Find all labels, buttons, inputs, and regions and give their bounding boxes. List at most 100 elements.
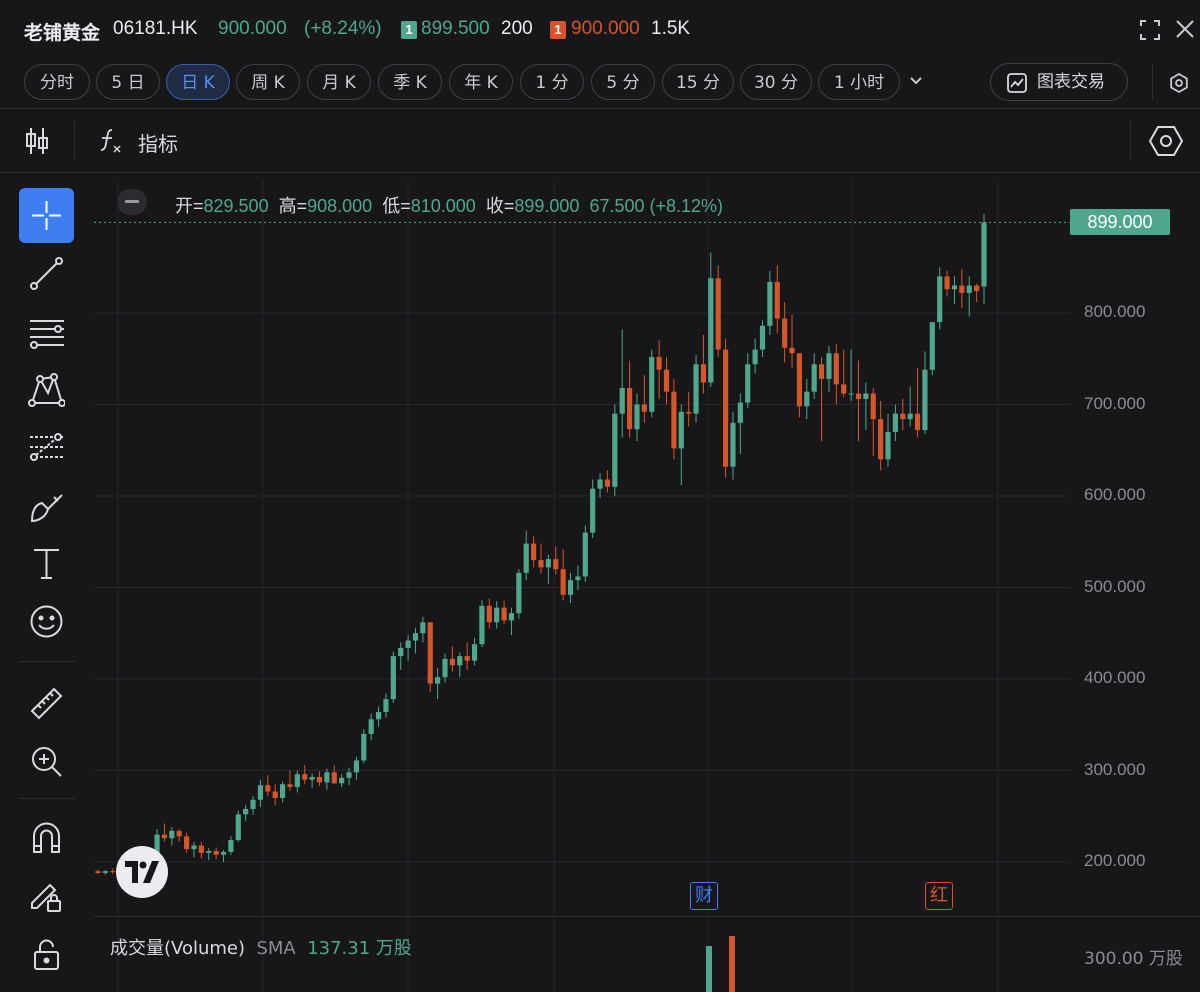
candle-body (922, 369, 928, 431)
volume-sma-value: 137.31 万股 (307, 938, 412, 959)
close-value: 899.000 (514, 196, 580, 216)
low-label: 低= (382, 196, 411, 216)
y-axis-label: 700.000 (1084, 394, 1146, 413)
candle-body (708, 278, 714, 383)
candle-body (730, 422, 736, 467)
candle-body (435, 677, 441, 684)
candle-body (671, 391, 677, 449)
candle-body (619, 388, 625, 414)
candle-body (235, 814, 241, 841)
candle-body (390, 656, 396, 700)
candle-body (184, 836, 190, 850)
candle-body (841, 384, 847, 394)
candle-body (686, 411, 692, 414)
candle-body (870, 393, 876, 420)
candle-body (833, 353, 839, 385)
candle-body (272, 791, 278, 798)
candle-body (405, 640, 411, 648)
y-axis-label: 200.000 (1084, 851, 1146, 870)
candle-body (981, 222, 987, 287)
candle-body (575, 576, 581, 581)
candle-body (412, 633, 419, 641)
candle-body (641, 404, 647, 412)
candle-body (678, 411, 684, 449)
candle-body (294, 774, 300, 787)
candle-body (427, 622, 433, 684)
dividend-marker[interactable]: 红 (925, 882, 953, 910)
tv-logo-icon (125, 861, 159, 883)
candle-body (302, 774, 308, 780)
candle-body (457, 656, 463, 666)
y-axis-label: 600.000 (1084, 485, 1146, 504)
tradingview-logo[interactable] (116, 846, 168, 898)
ohlc-legend: 开=829.500 高=908.000 低=810.000 收=899.000 … (175, 192, 723, 218)
candle-body (324, 772, 330, 783)
candle-body (567, 580, 574, 595)
candle-body (855, 393, 862, 400)
candle-body (656, 356, 662, 370)
candle-body (191, 845, 197, 850)
candlestick-chart[interactable] (0, 0, 1200, 992)
candle-body (331, 772, 337, 784)
earnings-marker[interactable]: 财 (690, 882, 718, 910)
candle-body (929, 322, 935, 370)
candle-body (110, 871, 116, 873)
candle-body (782, 318, 788, 348)
collapse-legend-button[interactable] (117, 189, 147, 215)
candle-body (627, 388, 633, 430)
candle-body (486, 605, 492, 623)
candle-body (523, 543, 529, 573)
candle-body (375, 711, 382, 720)
candle-body (545, 559, 551, 568)
candle-body (464, 656, 470, 661)
candle-body (914, 413, 921, 431)
candle-body (715, 278, 721, 350)
candle-body (944, 276, 950, 290)
candle-body (752, 349, 758, 365)
candle-body (339, 777, 345, 784)
candle-body (937, 276, 943, 323)
candle-body (383, 699, 389, 712)
candle-body (243, 808, 249, 815)
candle-body (309, 776, 315, 780)
candle-body (634, 404, 640, 430)
candle-body (531, 543, 537, 561)
candle-body (265, 785, 271, 792)
candle-body (759, 325, 766, 350)
candle-body (346, 772, 352, 778)
candle-body (257, 785, 264, 800)
candle-body (471, 644, 478, 661)
candle-body (161, 834, 168, 839)
minus-icon (125, 200, 139, 203)
open-value: 829.500 (203, 196, 269, 216)
candle-body (951, 285, 958, 290)
last-price-label: 899.000 (1070, 209, 1170, 235)
change-value: 67.500 (589, 196, 645, 216)
candle-body (560, 569, 566, 595)
volume-bar (729, 936, 735, 992)
candle-body (220, 851, 227, 855)
candle-body (398, 647, 404, 657)
candle-body (848, 393, 854, 395)
candle-body (900, 413, 906, 420)
candle-body (774, 281, 780, 319)
candle-body (885, 431, 891, 460)
candle-body (287, 784, 293, 787)
candle-body (553, 559, 559, 570)
volume-bar (706, 946, 712, 992)
candle-body (420, 622, 426, 634)
candle-body (102, 871, 108, 873)
candle-body (582, 532, 588, 577)
candle-body (501, 607, 507, 621)
candle-body (789, 347, 795, 354)
candle-body (663, 369, 670, 392)
volume-scale-label: 300.00 万股 (1084, 949, 1183, 969)
candle-body (693, 364, 699, 414)
open-label: 开= (175, 196, 204, 216)
candle-body (176, 830, 182, 837)
candle-body (206, 851, 212, 853)
candle-body (516, 572, 522, 614)
candle-body (228, 840, 234, 852)
candle-body (767, 281, 773, 326)
candle-body (796, 353, 803, 407)
